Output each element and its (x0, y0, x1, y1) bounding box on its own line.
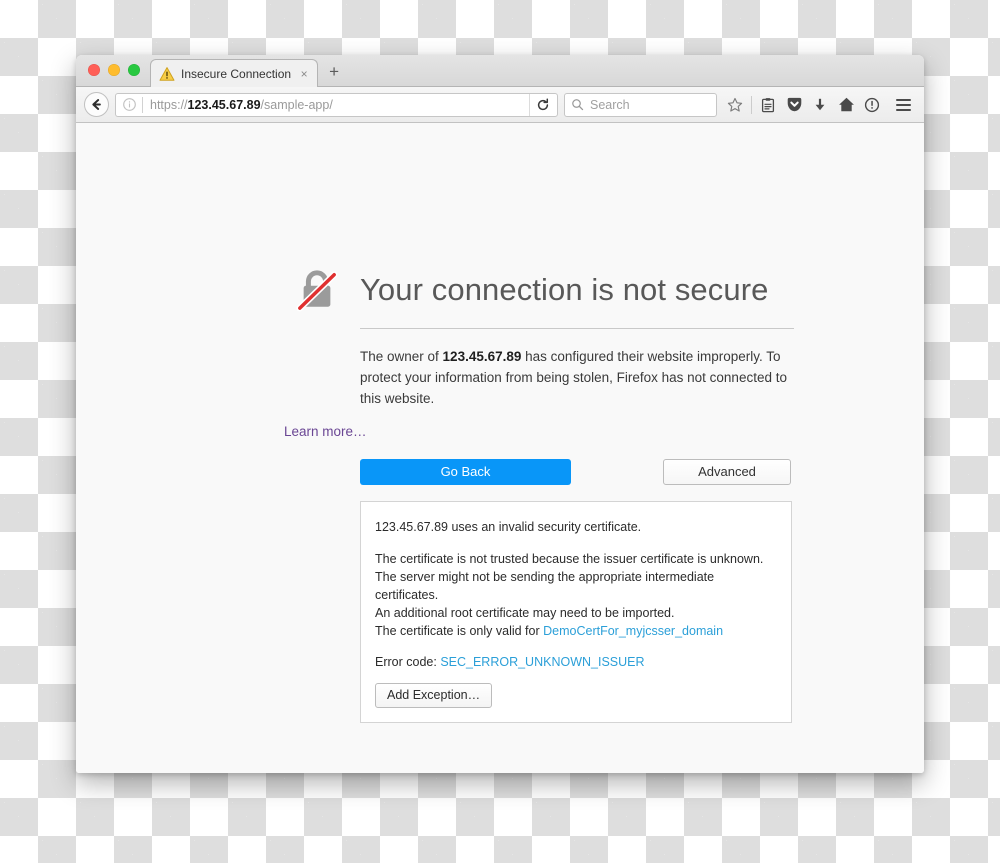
close-window-button[interactable] (88, 64, 100, 76)
search-placeholder: Search (590, 97, 630, 112)
learn-more-link[interactable]: Learn more… (284, 424, 367, 439)
browser-tab[interactable]: Insecure Connection × (150, 59, 319, 87)
broken-lock-icon (296, 270, 338, 312)
home-icon[interactable] (834, 93, 858, 117)
error-code-link[interactable]: SEC_ERROR_UNKNOWN_ISSUER (440, 655, 644, 669)
go-back-button[interactable]: Go Back (360, 458, 571, 485)
error-actions: Go Back Advanced (360, 458, 794, 485)
cert-domain-link[interactable]: DemoCertFor_myjcsser_domain (543, 624, 723, 638)
downloads-icon[interactable] (808, 93, 832, 117)
cert-summary: 123.45.67.89 uses an invalid security ce… (375, 519, 642, 534)
page-title: Your connection is not secure (360, 272, 769, 307)
add-exception-button[interactable]: Add Exception… (375, 682, 493, 708)
cert-valid-for: The certificate is only valid for DemoCe… (375, 622, 777, 640)
url-path: /sample-app/ (260, 97, 333, 112)
zoom-window-button[interactable] (128, 64, 140, 76)
error-header: Your connection is not secure (284, 268, 794, 312)
back-button[interactable] (84, 92, 109, 117)
description-host: 123.45.67.89 (442, 349, 522, 364)
toolbar-separator (751, 95, 752, 114)
address-bar[interactable]: https://123.45.67.89/sample-app/ (115, 92, 558, 117)
navigation-toolbar: https://123.45.67.89/sample-app/ Search (76, 87, 924, 123)
library-icon[interactable] (756, 93, 780, 117)
browser-window: Insecure Connection × + https://123.45.6… (76, 55, 924, 773)
address-bar-separator (142, 96, 143, 113)
cert-reasons: The certificate is not trusted because t… (375, 550, 777, 641)
search-field[interactable]: Search (564, 92, 717, 117)
back-arrow-icon (92, 99, 101, 110)
sync-icon[interactable] (860, 93, 884, 117)
tab-strip: Insecure Connection × + (76, 55, 924, 87)
url-scheme: https:// (150, 97, 188, 112)
address-bar-url: https://123.45.67.89/sample-app/ (148, 98, 524, 112)
toolbar-icon-group (723, 93, 916, 117)
bookmark-star-icon[interactable] (723, 93, 747, 117)
reload-button[interactable] (529, 93, 555, 116)
url-host: 123.45.67.89 (187, 97, 261, 112)
tab-close-icon[interactable]: × (297, 67, 311, 81)
window-controls (76, 55, 150, 86)
hamburger-menu-icon[interactable] (890, 93, 916, 117)
tab-title: Insecure Connection (181, 66, 292, 81)
info-circle-icon[interactable] (122, 97, 137, 112)
cert-reason-2: The server might not be sending the appr… (375, 570, 715, 603)
advanced-button[interactable]: Advanced (663, 458, 791, 485)
warning-triangle-icon (159, 66, 175, 81)
certificate-details-panel: 123.45.67.89 uses an invalid security ce… (360, 500, 792, 723)
cert-reason-1: The certificate is not trusted because t… (375, 551, 764, 566)
description-prefix: The owner of (360, 349, 443, 364)
pocket-icon[interactable] (782, 93, 806, 117)
error-description: The owner of 123.45.67.89 has configured… (360, 329, 792, 410)
cert-valid-for-prefix: The certificate is only valid for (375, 624, 544, 639)
page-content: Your connection is not secure The owner … (76, 123, 924, 773)
cert-reason-3: An additional root certificate may need … (375, 606, 675, 621)
error-code-row: Error code: SEC_ERROR_UNKNOWN_ISSUER (375, 655, 777, 669)
reload-icon (537, 97, 548, 110)
search-icon (572, 99, 584, 111)
minimize-window-button[interactable] (108, 64, 120, 76)
new-tab-button[interactable]: + (320, 57, 348, 85)
insecure-connection-error: Your connection is not secure The owner … (284, 268, 794, 723)
error-code-label: Error code: (375, 654, 441, 669)
